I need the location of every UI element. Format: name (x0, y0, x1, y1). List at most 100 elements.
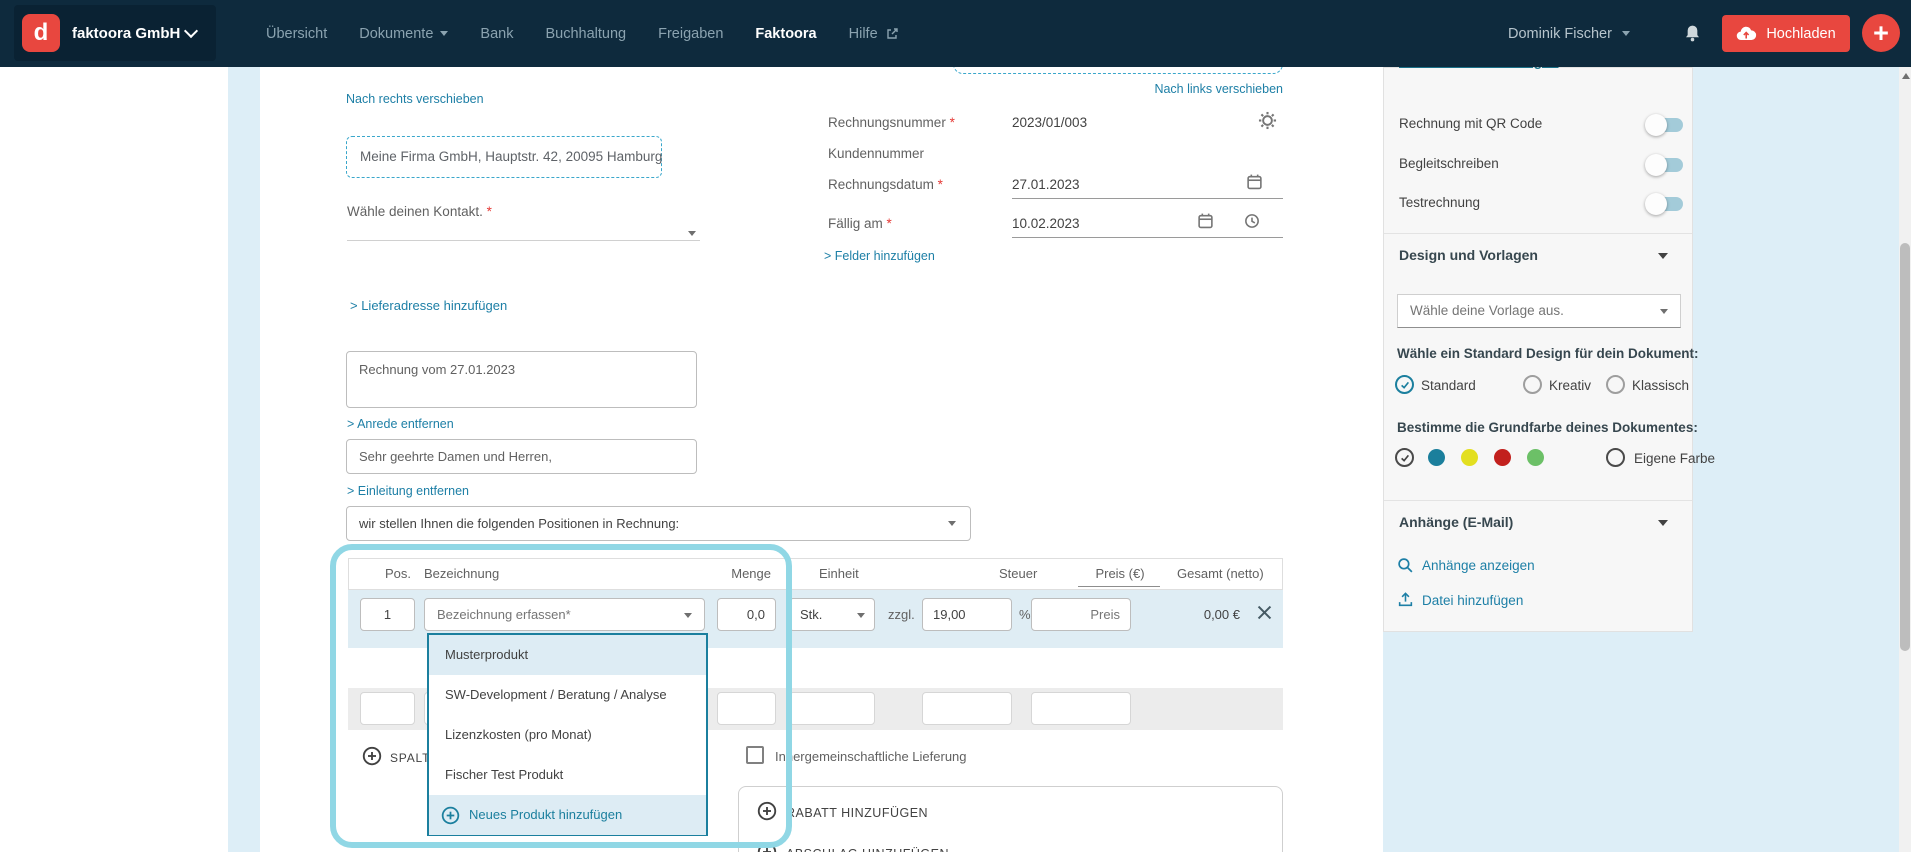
sender-address-text: Meine Firma GmbH, Hauptstr. 42, 20095 Ha… (347, 137, 661, 176)
color-radio-selected[interactable] (1395, 448, 1414, 467)
add-deduction-button[interactable]: ABSCHLAG HINZUFÜGEN (786, 847, 949, 852)
nav-freigaben[interactable]: Freigaben (658, 26, 723, 42)
color-swatch-green[interactable] (1527, 449, 1544, 466)
design-radio-standard[interactable] (1395, 375, 1414, 394)
salutation-text: Sehr geehrte Damen und Herren, (347, 440, 696, 473)
app-window: Nach rechts verschieben Nach links versc… (0, 0, 1911, 852)
upload-button[interactable]: Hochladen (1722, 15, 1850, 52)
template-placeholder: Wähle deine Vorlage aus. (1398, 295, 1680, 327)
panel-divider (1384, 500, 1692, 501)
unit-value: Stk. (790, 607, 822, 622)
dropdown-option[interactable]: Lizenzkosten (pro Monat) (429, 715, 706, 755)
remove-row-icon[interactable] (1255, 603, 1274, 622)
nav-bank[interactable]: Bank (480, 26, 513, 42)
upload-label: Hochladen (1766, 26, 1835, 42)
salutation-textbox[interactable]: Sehr geehrte Damen und Herren, (346, 439, 697, 474)
upload-icon (1397, 591, 1414, 608)
calendar-icon[interactable] (1197, 212, 1214, 229)
contact-select-underline[interactable] (347, 240, 700, 241)
create-new-button[interactable]: + (1862, 14, 1900, 52)
color-swatch-red[interactable] (1494, 449, 1511, 466)
invoice-date-value[interactable]: 27.01.2023 (1012, 177, 1080, 192)
empty-pos-input[interactable] (360, 692, 415, 725)
test-invoice-toggle[interactable] (1645, 193, 1685, 215)
subject-textbox[interactable]: Rechnung vom 27.01.2023 (346, 351, 697, 408)
scrollbar-up-arrow[interactable] (1902, 73, 1910, 79)
custom-color-radio[interactable] (1606, 448, 1625, 467)
chevron-down-icon (184, 24, 198, 38)
empty-unit-input[interactable] (789, 692, 875, 725)
user-menu[interactable]: Dominik Fischer (1508, 0, 1630, 67)
nav-buchhaltung[interactable]: Buchhaltung (545, 26, 626, 42)
invoice-number-value[interactable]: 2023/01/003 (1012, 115, 1087, 130)
header-pos: Pos. (385, 559, 411, 589)
sender-address-box[interactable]: Meine Firma GmbH, Hauptstr. 42, 20095 Ha… (346, 136, 662, 178)
remove-salutation-link[interactable]: > Anrede entfernen (347, 417, 454, 431)
check-icon (1399, 452, 1411, 464)
scrollbar-thumb[interactable] (1900, 243, 1910, 651)
calendar-icon[interactable] (1246, 173, 1263, 190)
nav-hilfe[interactable]: Hilfe (849, 26, 899, 42)
chevron-down-icon[interactable] (1658, 253, 1668, 259)
dropdown-option[interactable]: Fischer Test Produkt (429, 755, 706, 795)
chevron-down-icon[interactable] (1658, 520, 1668, 526)
intra-community-checkbox[interactable] (746, 746, 764, 764)
design-radio-kreativ[interactable] (1523, 375, 1542, 394)
quantity-input[interactable]: 0,0 (717, 598, 776, 631)
tax-input[interactable]: 19,00 (922, 598, 1012, 631)
item-name-placeholder: Bezeichnung erfassen* (425, 607, 571, 622)
gear-icon[interactable] (1258, 111, 1277, 130)
contact-chevron-down-icon[interactable] (688, 231, 696, 236)
header-unit: Einheit (819, 559, 859, 589)
color-swatch-teal[interactable] (1428, 449, 1445, 466)
move-left-link[interactable]: Nach links verschieben (1063, 82, 1283, 96)
top-navbar: d faktoora GmbH Übersicht Dokumente Bank… (0, 0, 1911, 67)
due-date-label: Fällig am * (828, 216, 892, 231)
dropdown-option[interactable]: SW-Development / Beratung / Analyse (429, 675, 706, 715)
remove-intro-link[interactable]: > Einleitung entfernen (347, 484, 469, 498)
add-file-link[interactable]: Datei hinzufügen (1422, 593, 1523, 608)
unit-select[interactable]: Stk. (789, 598, 875, 631)
plus-circle-icon[interactable] (362, 746, 382, 766)
invoice-number-label: Rechnungsnummer * (828, 115, 955, 130)
empty-tax-input[interactable] (922, 692, 1012, 725)
add-discount-button[interactable]: RABATT HINZUFÜGEN (786, 806, 928, 820)
nav-uebersicht[interactable]: Übersicht (266, 26, 327, 42)
plus-circle-icon[interactable] (757, 842, 777, 852)
due-date-value[interactable]: 10.02.2023 (1012, 216, 1080, 231)
history-icon[interactable] (1243, 212, 1261, 230)
template-select[interactable]: Wähle deine Vorlage aus. (1397, 294, 1681, 328)
header-price-underline (1078, 586, 1160, 587)
color-swatch-yellow[interactable] (1461, 449, 1478, 466)
brand-switcher[interactable]: d faktoora GmbH (14, 5, 216, 61)
item-name-select[interactable]: Bezeichnung erfassen* (424, 598, 705, 631)
cover-letter-toggle[interactable] (1645, 154, 1685, 176)
intro-select[interactable]: wir stellen Ihnen die folgenden Position… (346, 506, 971, 541)
header-price[interactable]: Preis (€) (1079, 559, 1161, 589)
company-name: faktoora GmbH (72, 5, 180, 61)
dropdown-option[interactable]: Musterprodukt (429, 635, 706, 675)
add-delivery-address-link[interactable]: > Lieferadresse hinzufügen (350, 298, 507, 313)
chevron-down-icon (857, 613, 865, 618)
nav-dokumente[interactable]: Dokumente (359, 26, 448, 42)
empty-qty-input[interactable] (717, 692, 776, 725)
qr-code-toggle[interactable] (1645, 114, 1685, 136)
required-marker: * (487, 204, 492, 219)
show-attachments-link[interactable]: Anhänge anzeigen (1422, 558, 1535, 573)
design-label-kreativ: Kreativ (1549, 378, 1591, 393)
custom-color-label: Eigene Farbe (1634, 451, 1715, 466)
plus-circle-icon[interactable] (757, 801, 777, 821)
notifications-bell-icon[interactable] (1682, 22, 1703, 45)
design-radio-klassisch[interactable] (1606, 375, 1625, 394)
add-product-option[interactable]: Neues Produkt hinzufügen (429, 795, 706, 835)
position-number-input[interactable]: 1 (360, 598, 415, 631)
main-navigation: Übersicht Dokumente Bank Buchhaltung Fre… (266, 0, 899, 67)
invoice-date-underline (1012, 198, 1283, 199)
required-marker: * (887, 216, 892, 231)
price-input[interactable]: Preis (1031, 598, 1131, 631)
empty-price-input[interactable] (1031, 692, 1131, 725)
add-fields-link[interactable]: > Felder hinzufügen (824, 249, 935, 263)
design-label-standard: Standard (1421, 378, 1476, 393)
move-right-link[interactable]: Nach rechts verschieben (346, 92, 484, 106)
nav-faktoora[interactable]: Faktoora (755, 26, 816, 42)
